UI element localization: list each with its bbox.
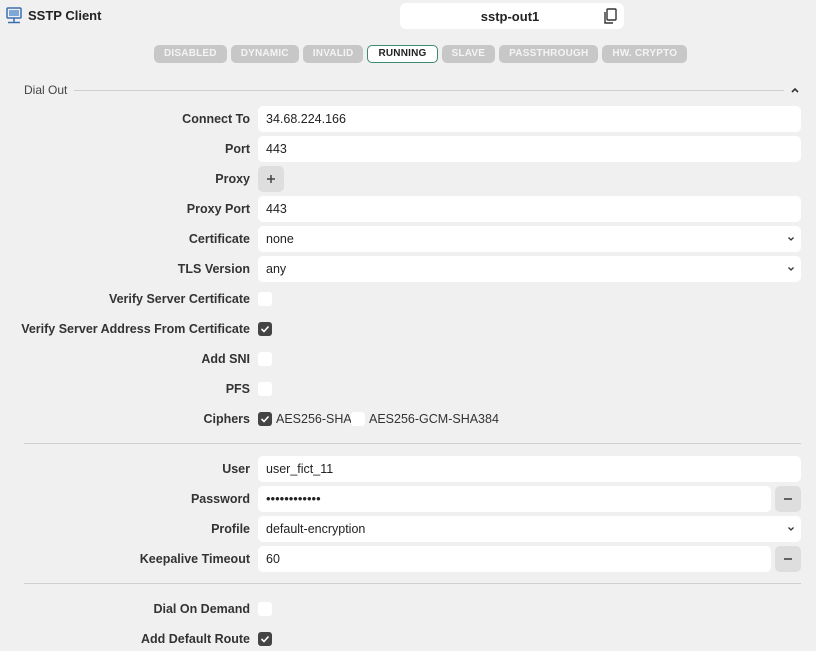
certificate-select[interactable]: none xyxy=(258,226,801,252)
profile-select[interactable]: default-encryption xyxy=(258,516,801,542)
pfs-checkbox[interactable] xyxy=(258,382,272,396)
label-password: Password xyxy=(190,492,250,506)
label-ciphers: Ciphers xyxy=(203,412,250,426)
interface-name: sstp-out1 xyxy=(480,9,540,24)
minus-icon xyxy=(784,498,792,500)
network-monitor-icon xyxy=(6,7,22,24)
row-ciphers: Ciphers AES256-SHA AES256-GCM-SHA384 xyxy=(0,406,816,432)
label-verify-server-address: Verify Server Address From Certificate xyxy=(21,322,250,336)
label-certificate: Certificate xyxy=(188,232,250,246)
label-tls-version: TLS Version xyxy=(177,262,250,276)
label-add-sni: Add SNI xyxy=(201,352,250,366)
chevron-down-icon xyxy=(788,267,794,271)
label-port: Port xyxy=(225,142,250,156)
section-title-dial-out: Dial Out xyxy=(24,83,68,97)
window-header: SSTP Client sstp-out1 xyxy=(0,0,816,32)
add-sni-checkbox[interactable] xyxy=(258,352,272,366)
dial-on-demand-checkbox[interactable] xyxy=(258,602,272,616)
row-password: Password •••••••••••• xyxy=(0,486,816,512)
plus-icon xyxy=(267,175,275,183)
row-user: User user_fict_11 xyxy=(0,456,816,482)
label-connect-to: Connect To xyxy=(182,112,250,126)
copy-icon[interactable] xyxy=(602,8,618,25)
profile-value: default-encryption xyxy=(266,522,366,536)
remove-password-button[interactable] xyxy=(775,486,801,512)
add-default-route-checkbox[interactable] xyxy=(258,632,272,646)
row-add-default-route: Add Default Route xyxy=(0,626,816,651)
label-dial-on-demand: Dial On Demand xyxy=(153,602,250,616)
chevron-down-icon xyxy=(788,237,794,241)
section-divider xyxy=(74,90,784,91)
section-divider xyxy=(24,443,801,444)
chevron-up-icon[interactable] xyxy=(789,84,801,96)
user-input[interactable]: user_fict_11 xyxy=(258,456,801,482)
label-pfs: PFS xyxy=(225,382,250,396)
cipher-aes256-gcm-sha384-label: AES256-GCM-SHA384 xyxy=(369,412,499,426)
row-add-sni: Add SNI xyxy=(0,346,816,372)
row-certificate: Certificate none xyxy=(0,226,816,252)
label-proxy: Proxy xyxy=(215,172,250,186)
status-flags: DISABLED DYNAMIC INVALID RUNNING SLAVE P… xyxy=(154,45,688,63)
flag-disabled: DISABLED xyxy=(154,45,227,63)
row-pfs: PFS xyxy=(0,376,816,402)
tls-version-select[interactable]: any xyxy=(258,256,801,282)
row-tls-version: TLS Version any xyxy=(0,256,816,282)
checkmark-icon xyxy=(260,415,270,423)
cipher-aes256-sha-checkbox[interactable] xyxy=(258,412,272,426)
verify-server-address-checkbox[interactable] xyxy=(258,322,272,336)
label-proxy-port: Proxy Port xyxy=(186,202,250,216)
password-input[interactable]: •••••••••••• xyxy=(258,486,771,512)
row-port: Port 443 xyxy=(0,136,816,162)
chevron-down-icon xyxy=(788,527,794,531)
flag-slave: SLAVE xyxy=(441,45,496,63)
remove-keepalive-button[interactable] xyxy=(775,546,801,572)
row-verify-server-certificate: Verify Server Certificate xyxy=(0,286,816,312)
label-verify-server-certificate: Verify Server Certificate xyxy=(108,292,250,306)
row-connect-to: Connect To 34.68.224.166 xyxy=(0,106,816,132)
tls-version-value: any xyxy=(266,262,287,276)
row-verify-server-address: Verify Server Address From Certificate xyxy=(0,316,816,342)
certificate-value: none xyxy=(266,232,294,246)
label-add-default-route: Add Default Route xyxy=(140,632,250,646)
connect-to-input[interactable]: 34.68.224.166 xyxy=(258,106,801,132)
cipher-aes256-sha-label: AES256-SHA xyxy=(276,412,352,426)
app-title: SSTP Client xyxy=(28,8,102,23)
keepalive-timeout-input[interactable]: 60 xyxy=(258,546,771,572)
section-divider xyxy=(24,583,801,584)
label-user: User xyxy=(222,462,250,476)
flag-hw-crypto: HW. CRYPTO xyxy=(602,45,688,63)
row-proxy-port: Proxy Port 443 xyxy=(0,196,816,222)
interface-name-box: sstp-out1 xyxy=(400,3,624,29)
add-proxy-button[interactable] xyxy=(258,166,284,192)
checkmark-icon xyxy=(260,325,270,333)
row-dial-on-demand: Dial On Demand xyxy=(0,596,816,622)
port-input[interactable]: 443 xyxy=(258,136,801,162)
row-proxy: Proxy xyxy=(0,166,816,192)
row-profile: Profile default-encryption xyxy=(0,516,816,542)
checkmark-icon xyxy=(260,635,270,643)
row-keepalive-timeout: Keepalive Timeout 60 xyxy=(0,546,816,572)
cipher-aes256-gcm-sha384-checkbox[interactable] xyxy=(351,412,365,426)
flag-invalid: INVALID xyxy=(302,45,364,63)
proxy-port-input[interactable]: 443 xyxy=(258,196,801,222)
flag-passthrough: PASSTHROUGH xyxy=(499,45,599,63)
minus-icon xyxy=(784,558,792,560)
flag-running: RUNNING xyxy=(367,45,438,63)
flag-dynamic: DYNAMIC xyxy=(230,45,299,63)
verify-server-certificate-checkbox[interactable] xyxy=(258,292,272,306)
label-keepalive-timeout: Keepalive Timeout xyxy=(139,552,250,566)
label-profile: Profile xyxy=(211,522,250,536)
